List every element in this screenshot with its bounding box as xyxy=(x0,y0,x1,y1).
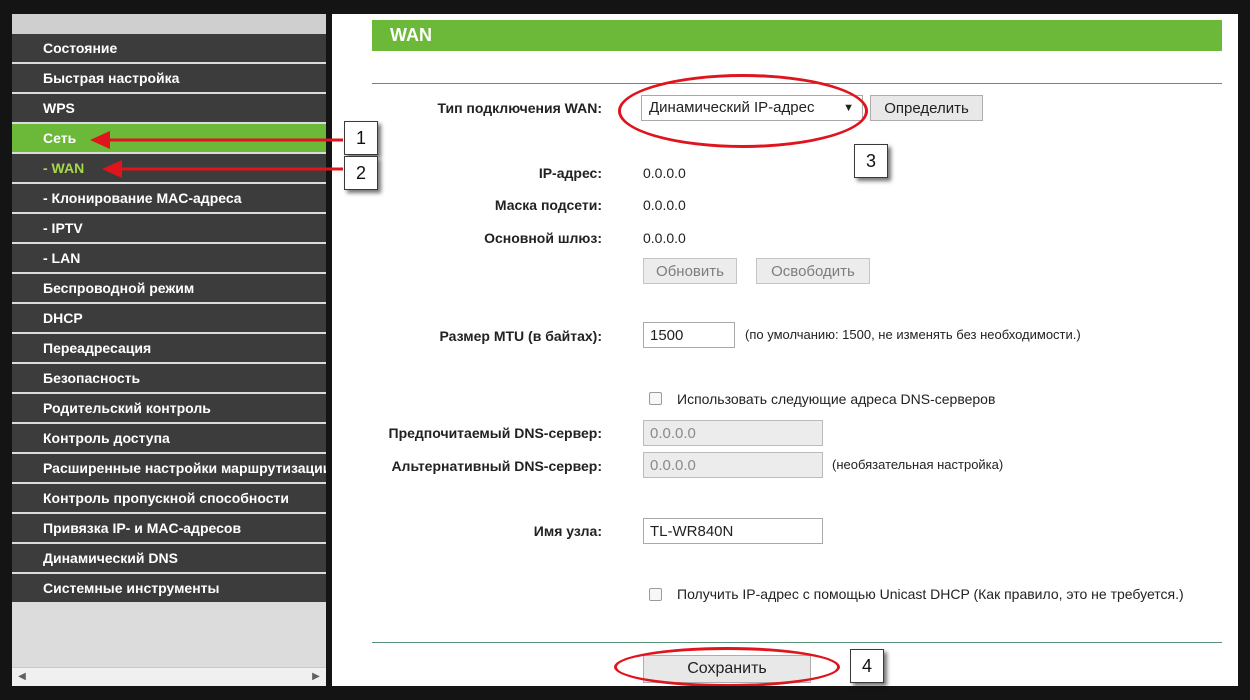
sidebar-item-security[interactable]: Безопасность xyxy=(12,364,326,392)
callout-2: 2 xyxy=(344,156,378,190)
unicast-dhcp-checkbox[interactable] xyxy=(649,588,662,601)
sidebar-item-mac-clone[interactable]: - Клонирование MAC-адреса xyxy=(12,184,326,212)
page-title: WAN xyxy=(372,20,1222,51)
release-button[interactable]: Освободить xyxy=(756,258,870,284)
callout-1: 1 xyxy=(344,121,378,155)
horizontal-scrollbar[interactable]: ◀ ▶ xyxy=(12,667,326,686)
sidebar-item-network[interactable]: Сеть xyxy=(12,124,326,152)
save-button[interactable]: Сохранить xyxy=(643,655,811,683)
callout-4: 4 xyxy=(850,649,884,683)
ip-address-value: 0.0.0.0 xyxy=(643,165,686,181)
main-panel: WAN Тип подключения WAN: Динамический IP… xyxy=(332,14,1238,686)
subnet-mask-label: Маска подсети: xyxy=(494,197,602,213)
host-name-input[interactable] xyxy=(643,518,823,544)
sidebar-item-iptv[interactable]: - IPTV xyxy=(12,214,326,242)
sidebar-item-wps[interactable]: WPS xyxy=(12,94,326,122)
chevron-down-icon: ▼ xyxy=(843,102,854,114)
ip-address-label: IP-адрес: xyxy=(538,165,602,181)
sidebar-item-dhcp[interactable]: DHCP xyxy=(12,304,326,332)
sidebar-item-system-tools[interactable]: Системные инструменты xyxy=(12,574,326,602)
bottom-divider xyxy=(372,642,1222,643)
primary-dns-label: Предпочитаемый DNS-сервер: xyxy=(388,425,603,441)
unicast-dhcp-label: Получить IP-адрес с помощью Unicast DHCP… xyxy=(677,586,1184,602)
connection-type-value: Динамический IP-адрес xyxy=(649,99,815,116)
renew-button[interactable]: Обновить xyxy=(643,258,737,284)
sidebar-item-ip-mac-binding[interactable]: Привязка IP- и MAC-адресов xyxy=(12,514,326,542)
use-dns-label: Использовать следующие адреса DNS-сервер… xyxy=(677,391,996,407)
secondary-dns-label: Альтернативный DNS-сервер: xyxy=(391,458,602,474)
use-dns-checkbox[interactable] xyxy=(649,392,662,405)
sidebar-item-quick-setup[interactable]: Быстрая настройка xyxy=(12,64,326,92)
mtu-input[interactable] xyxy=(643,322,735,348)
sidebar-item-dynamic-dns[interactable]: Динамический DNS xyxy=(12,544,326,572)
sidebar-item-wireless[interactable]: Беспроводной режим xyxy=(12,274,326,302)
secondary-dns-note: (необязательная настройка) xyxy=(832,457,1004,472)
connection-type-select[interactable]: Динамический IP-адрес ▼ xyxy=(641,95,863,121)
sidebar-item-lan[interactable]: - LAN xyxy=(12,244,326,272)
gateway-value: 0.0.0.0 xyxy=(643,230,686,246)
sidebar-item-bandwidth-control[interactable]: Контроль пропускной способности xyxy=(12,484,326,512)
secondary-dns-input[interactable] xyxy=(643,452,823,478)
mtu-label: Размер MTU (в байтах): xyxy=(439,328,602,344)
top-divider xyxy=(372,83,1222,84)
connection-type-label: Тип подключения WAN: xyxy=(437,100,602,116)
host-name-label: Имя узла: xyxy=(533,523,602,539)
sidebar-item-advanced-routing[interactable]: Расширенные настройки маршрутизации xyxy=(12,454,326,482)
primary-dns-input[interactable] xyxy=(643,420,823,446)
scroll-left-icon[interactable]: ◀ xyxy=(14,668,30,686)
gateway-label: Основной шлюз: xyxy=(484,230,602,246)
sidebar-item-wan[interactable]: - WAN xyxy=(12,154,326,182)
sidebar-nav: Состояние Быстрая настройка WPS Сеть - W… xyxy=(12,14,326,686)
mtu-note: (по умолчанию: 1500, не изменять без нео… xyxy=(745,327,1081,342)
detect-button[interactable]: Определить xyxy=(870,95,983,121)
sidebar-top-band xyxy=(12,14,326,34)
sidebar-item-access-control[interactable]: Контроль доступа xyxy=(12,424,326,452)
callout-3: 3 xyxy=(854,144,888,178)
subnet-mask-value: 0.0.0.0 xyxy=(643,197,686,213)
sidebar-item-forwarding[interactable]: Переадресация xyxy=(12,334,326,362)
sidebar-item-parental-control[interactable]: Родительский контроль xyxy=(12,394,326,422)
sidebar-menu: Состояние Быстрая настройка WPS Сеть - W… xyxy=(12,34,326,602)
scroll-right-icon[interactable]: ▶ xyxy=(308,668,324,686)
sidebar-item-status[interactable]: Состояние xyxy=(12,34,326,62)
